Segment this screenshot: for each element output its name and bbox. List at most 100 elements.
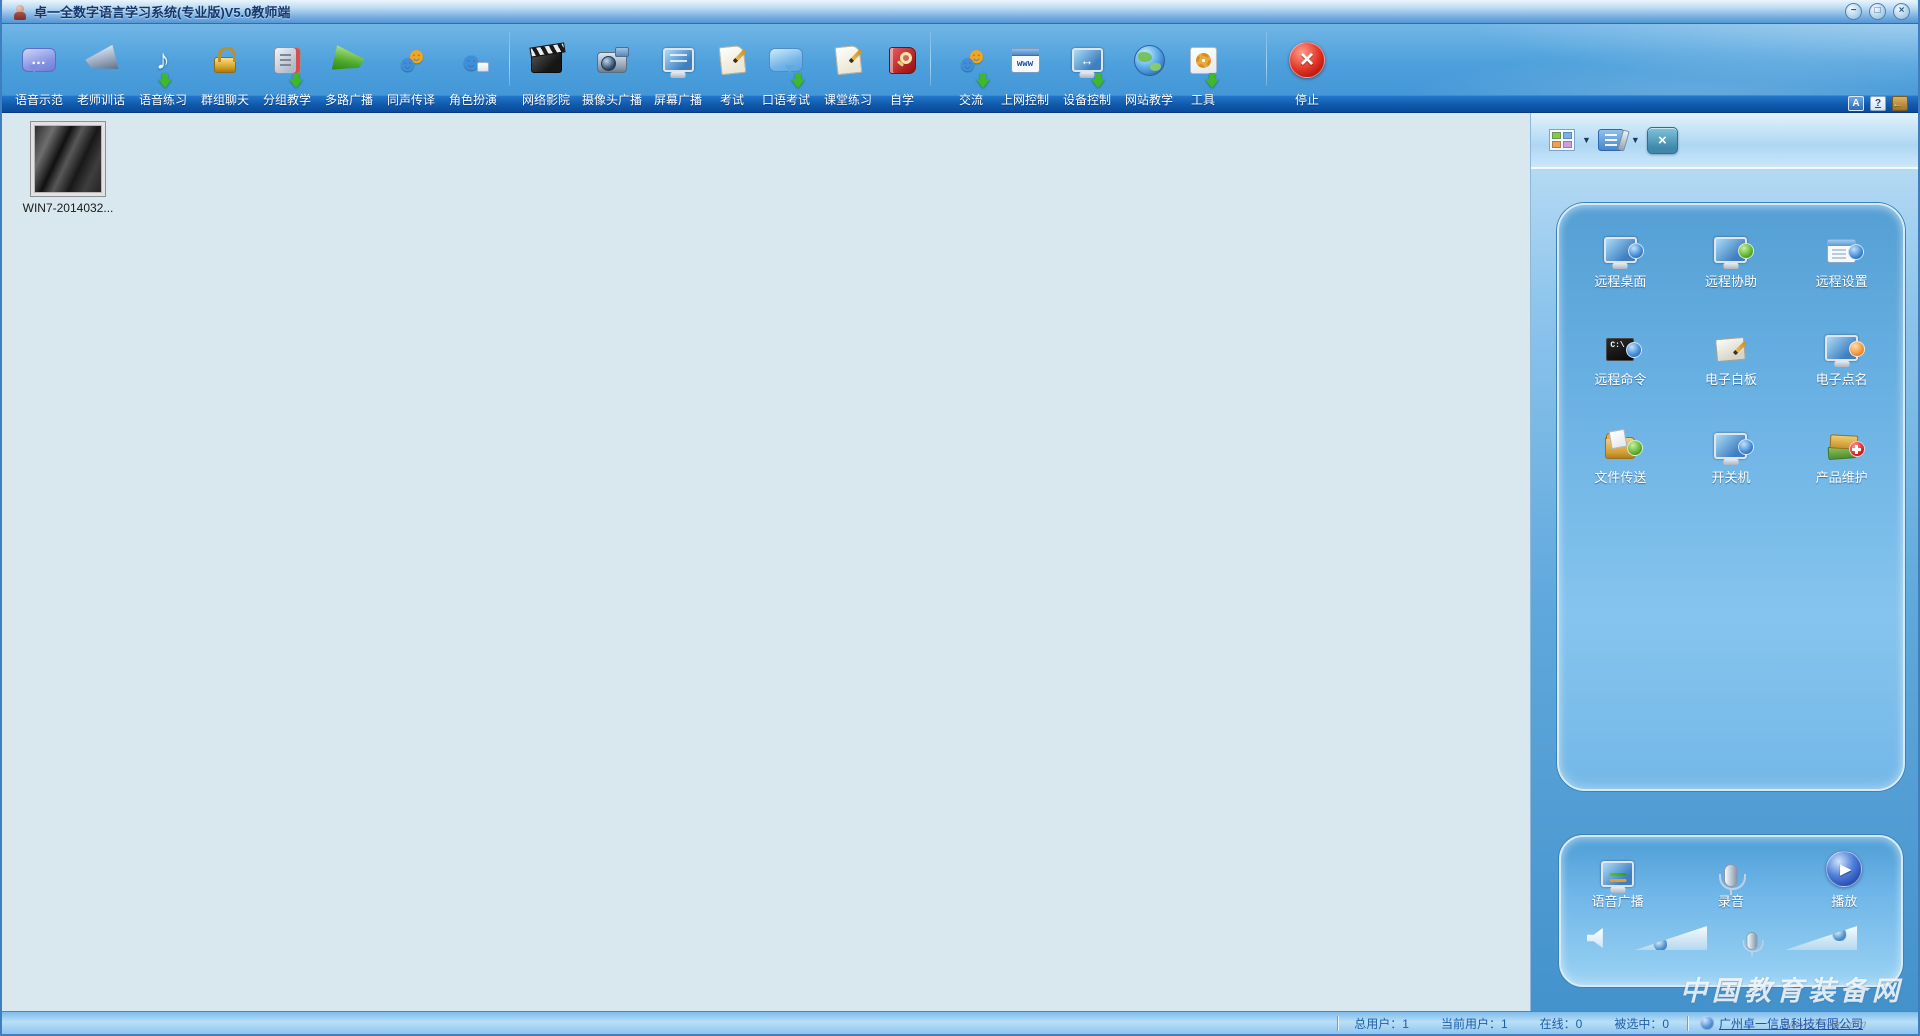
tool-label: 同声传译: [387, 90, 435, 108]
expand-arrow-icon: [289, 79, 303, 88]
company-link[interactable]: 广州卓一信息科技有限公司: [1719, 1015, 1863, 1032]
tool-label: 上网控制: [1001, 90, 1049, 108]
tool-device-control[interactable]: ↔ 设备控制: [1056, 24, 1118, 113]
status-bar: 总用户：1 当前用户：1 在线：0 被选中：0 广州卓一信息科技有限公司: [2, 1011, 1918, 1034]
paper-pencil-icon: [834, 45, 862, 75]
waveform-icon: [1609, 873, 1626, 876]
client-desktop-area[interactable]: WIN7-2014032...: [2, 113, 1531, 1011]
audio-panel: 语音广播 录音 ▶ 播放: [1559, 835, 1903, 987]
monitor-globe-icon: [1604, 237, 1637, 263]
tool-screen-broadcast[interactable]: 屏幕广播: [647, 24, 709, 113]
tool-label: 分组教学: [263, 90, 311, 108]
grid-dropdown-arrow-icon[interactable]: ▼: [1582, 135, 1591, 145]
mic-volume-knob[interactable]: [1832, 927, 1847, 942]
tool-label: 角色扮演: [449, 90, 497, 108]
app-window: 卓一全数字语言学习系统(专业版)V5.0教师端 − □ × … 语音示范 老师训…: [0, 0, 1920, 1036]
play-item[interactable]: ▶ 播放: [1788, 849, 1901, 910]
tool-oral-exam[interactable]: 口语考试: [755, 24, 817, 113]
tool-label: 网站教学: [1125, 90, 1173, 108]
people-exchange-icon: ☻☻: [954, 45, 988, 75]
tool-label: 课堂练习: [824, 90, 872, 108]
monitor-person-icon: [1825, 335, 1858, 361]
cross-tools-icon: ×: [1658, 132, 1667, 149]
tool-communication[interactable]: ☻☻ 交流: [948, 24, 994, 113]
tool-role-play[interactable]: ☻ 角色扮演: [442, 24, 504, 113]
tool-label: 停止: [1295, 90, 1319, 108]
e-rollcall-item[interactable]: 电子点名: [1786, 319, 1897, 417]
tool-stop[interactable]: × 停止: [1284, 24, 1330, 113]
tool-label: 设备控制: [1063, 90, 1111, 108]
monitor-icon: [663, 48, 694, 72]
speaker-icon[interactable]: [1587, 928, 1609, 948]
console-globe-icon: C:\: [1606, 338, 1634, 361]
speaker-volume-slider[interactable]: [1635, 926, 1707, 950]
e-whiteboard-item[interactable]: 电子白板: [1676, 319, 1787, 417]
exit-button[interactable]: ←: [1892, 96, 1908, 111]
remote-settings-item[interactable]: 远程设置: [1786, 221, 1897, 319]
monitor-green-icon: [1714, 237, 1747, 263]
layout-grid-button[interactable]: [1549, 129, 1575, 151]
status-online: 在线：0: [1540, 1015, 1583, 1032]
tool-self-study[interactable]: 自学: [879, 24, 925, 113]
tool-label: 摄像头广播: [582, 90, 642, 108]
tool-label: 交流: [959, 90, 983, 108]
right-panel: ▼ ▼ × 远程桌面 远程协助 远程设置: [1531, 113, 1918, 1011]
toolbar-separator: [930, 32, 931, 86]
play-icon: ▶: [1826, 851, 1862, 887]
lock-icon: [214, 57, 236, 73]
view-settings-button[interactable]: [1598, 129, 1624, 151]
product-maintenance-item[interactable]: 产品维护: [1786, 417, 1897, 515]
tool-class-exercise[interactable]: 课堂练习: [817, 24, 879, 113]
globe-icon: [1700, 1016, 1714, 1030]
font-settings-button[interactable]: A: [1848, 96, 1864, 111]
mic-volume-slider[interactable]: [1785, 926, 1857, 950]
voice-broadcast-item[interactable]: 语音广播: [1561, 849, 1674, 910]
client-name-label: WIN7-2014032...: [23, 201, 114, 215]
speaker-volume-knob[interactable]: [1653, 937, 1668, 952]
status-total-users: 总用户：1: [1354, 1015, 1409, 1032]
client-thumbnail-item[interactable]: WIN7-2014032...: [12, 121, 124, 215]
tool-label: 屏幕广播: [654, 90, 702, 108]
panel-tools-button[interactable]: ×: [1647, 127, 1678, 154]
www-browser-icon: www: [1011, 48, 1040, 73]
view-dropdown-arrow-icon[interactable]: ▼: [1631, 135, 1640, 145]
tool-multi-broadcast[interactable]: 多路广播: [318, 24, 380, 113]
record-item[interactable]: 录音: [1674, 849, 1787, 910]
tool-voice-demo[interactable]: … 语音示范: [8, 24, 70, 113]
person-card-icon: ☻: [456, 45, 490, 75]
tool-group-chat[interactable]: 群组聊天: [194, 24, 256, 113]
tool-voice-practice[interactable]: ♪ 语音练习: [132, 24, 194, 113]
remote-tools-panel: 远程桌面 远程协助 远程设置 C:\ 远程命令 电子白板: [1557, 203, 1905, 791]
tool-label: 工具: [1191, 90, 1215, 108]
toolbar-separator: [509, 32, 510, 86]
megaphone-icon: [83, 44, 118, 76]
tool-tools[interactable]: 工具: [1180, 24, 1226, 113]
tool-simultaneous-interpret[interactable]: ☻☻ 同声传译: [380, 24, 442, 113]
restore-button[interactable]: □: [1869, 3, 1886, 20]
whiteboard-pen-icon: [1716, 337, 1747, 362]
tool-camera-broadcast[interactable]: 摄像头广播: [577, 24, 647, 113]
tool-label: 网络影院: [522, 90, 570, 108]
monitor-power-icon: [1714, 433, 1747, 459]
window-globe-icon: [1827, 239, 1856, 263]
remote-assist-item[interactable]: 远程协助: [1676, 221, 1787, 319]
expand-arrow-icon: [1205, 79, 1219, 88]
expand-arrow-icon: [791, 79, 805, 88]
tool-teacher-speech[interactable]: 老师训话: [70, 24, 132, 113]
tool-group-teaching[interactable]: 分组教学: [256, 24, 318, 113]
file-transfer-item[interactable]: 文件传送: [1565, 417, 1676, 515]
toolbar-separator: [1266, 32, 1267, 86]
remote-desktop-item[interactable]: 远程桌面: [1565, 221, 1676, 319]
tool-web-teaching[interactable]: 网站教学: [1118, 24, 1180, 113]
tool-net-cinema[interactable]: 网络影院: [515, 24, 577, 113]
minimize-button[interactable]: −: [1845, 3, 1862, 20]
close-button[interactable]: ×: [1893, 3, 1910, 20]
camcorder-icon: [597, 52, 627, 73]
power-onoff-item[interactable]: 开关机: [1676, 417, 1787, 515]
mic-volume-icon[interactable]: [1747, 932, 1758, 950]
remote-command-item[interactable]: C:\ 远程命令: [1565, 319, 1676, 417]
tool-internet-control[interactable]: www 上网控制: [994, 24, 1056, 113]
two-people-icon: ☻☻: [394, 45, 428, 75]
tool-exam[interactable]: 考试: [709, 24, 755, 113]
help-button[interactable]: ?: [1870, 96, 1886, 111]
